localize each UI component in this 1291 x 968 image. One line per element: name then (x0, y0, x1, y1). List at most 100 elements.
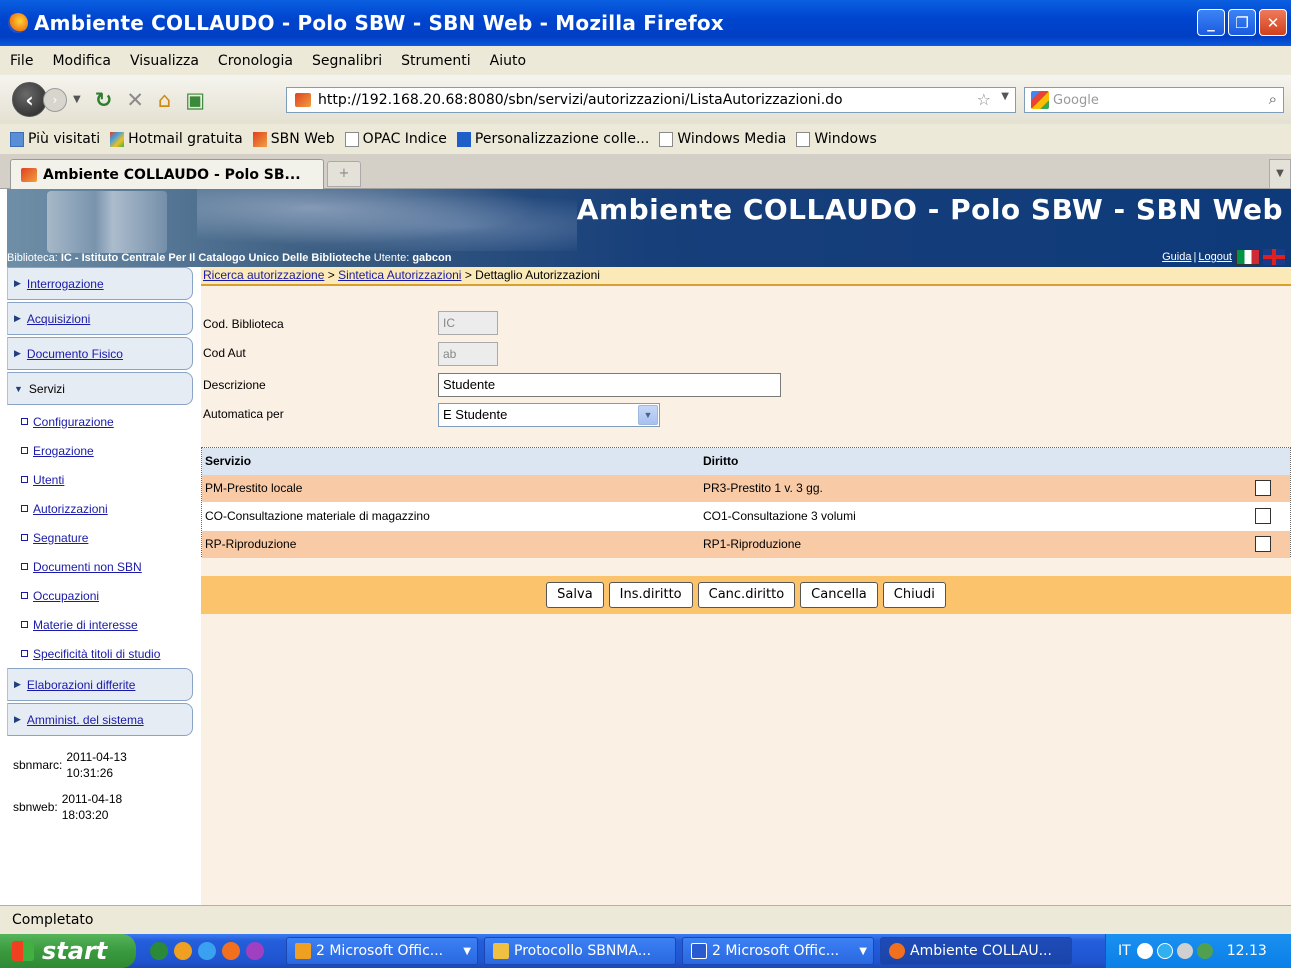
sidebar-item-amministrazione[interactable]: ▶ Amminist. del sistema (7, 703, 193, 736)
taskbar-item-office-2[interactable]: 2 Microsoft Offic... ▼ (682, 937, 874, 965)
menu-strumenti[interactable]: Strumenti (401, 53, 471, 69)
bullet-square-icon (21, 650, 28, 657)
tray-back-icon[interactable] (1136, 943, 1153, 959)
bookmark-windows-media[interactable]: Windows Media (659, 131, 786, 147)
utente-value: gabcon (412, 252, 452, 264)
chiudi-button[interactable]: Chiudi (882, 582, 946, 608)
history-dropdown-icon[interactable]: ▼ (73, 94, 81, 105)
sidebar-sub-specificita-titoli[interactable]: Specificità titoli di studio (7, 639, 193, 668)
logout-link[interactable]: Logout (1198, 251, 1232, 263)
add-bookmark-icon[interactable]: ▣ (185, 88, 205, 112)
sidebar-sub-configurazione[interactable]: Configurazione (7, 407, 193, 436)
close-button[interactable]: ✕ (1259, 9, 1287, 36)
quicklaunch-ie-icon[interactable] (198, 942, 216, 960)
page-viewport: Ambiente COLLAUDO - Polo SBW - SBN Web B… (7, 189, 1291, 905)
language-indicator[interactable]: IT (1118, 943, 1131, 959)
sidebar-sub-utenti[interactable]: Utenti (7, 465, 193, 494)
automatica-per-select[interactable]: E Studente ▼ (438, 403, 660, 427)
quicklaunch-outlook-icon[interactable] (174, 942, 192, 960)
url-bar[interactable]: http://192.168.20.68:8080/sbn/servizi/au… (286, 87, 1016, 113)
descrizione-input[interactable]: Studente (438, 373, 781, 397)
quicklaunch-firefox-icon[interactable] (222, 942, 240, 960)
firefox-icon (889, 943, 905, 959)
bookmark-opac-indice[interactable]: OPAC Indice (344, 131, 447, 147)
breadcrumb-ricerca[interactable]: Ricerca autorizzazione (203, 268, 324, 282)
window-titlebar: Ambiente COLLAUDO - Polo SBW - SBN Web -… (0, 0, 1291, 46)
maximize-button[interactable]: ❐ (1228, 9, 1256, 36)
ins-diritto-button[interactable]: Ins.diritto (608, 582, 693, 608)
folder-icon (493, 943, 509, 959)
url-dropdown-icon[interactable]: ▼ (1001, 91, 1009, 102)
search-box[interactable]: Google ⌕ (1024, 87, 1284, 113)
salva-button[interactable]: Salva (546, 582, 604, 608)
row-checkbox[interactable] (1255, 508, 1271, 524)
back-button[interactable]: ‹ (12, 82, 47, 117)
home-icon[interactable]: ⌂ (158, 88, 171, 112)
bookmark-star-icon[interactable]: ☆ (977, 90, 991, 109)
sidebar-sub-autorizzazioni[interactable]: Autorizzazioni (7, 494, 193, 523)
descrizione-label: Descrizione (203, 378, 266, 392)
sidebar-item-elaborazioni-differite[interactable]: ▶ Elaborazioni differite (7, 668, 193, 701)
sidebar-item-interrogazione[interactable]: ▶ Interrogazione (7, 267, 193, 300)
sidebar-sub-erogazione[interactable]: Erogazione (7, 436, 193, 465)
site-favicon-icon (295, 93, 311, 107)
row-checkbox[interactable] (1255, 480, 1271, 496)
bookmark-hotmail[interactable]: Hotmail gratuita (110, 131, 243, 147)
new-tab-button[interactable]: + (327, 161, 361, 187)
sidebar-item-documento-fisico[interactable]: ▶ Documento Fisico (7, 337, 193, 370)
taskbar-item-protocollo[interactable]: Protocollo SBNMA... (484, 937, 676, 965)
site-banner: Ambiente COLLAUDO - Polo SBW - SBN Web B… (7, 189, 1291, 267)
menu-segnalibri[interactable]: Segnalibri (312, 53, 382, 69)
table-header-row: Servizio Diritto (202, 448, 1290, 475)
stop-icon[interactable]: ✕ (126, 88, 144, 112)
bookmark-piu-visitati[interactable]: Più visitati (10, 131, 100, 147)
menu-cronologia[interactable]: Cronologia (218, 53, 293, 69)
forward-button[interactable]: › (43, 87, 67, 112)
status-bar: Completato (0, 905, 1291, 934)
quicklaunch-app-icon[interactable] (150, 942, 168, 960)
search-icon[interactable]: ⌕ (1269, 90, 1277, 108)
quicklaunch-app2-icon[interactable] (246, 942, 264, 960)
start-button[interactable]: start (0, 934, 136, 968)
taskbar-item-firefox[interactable]: Ambiente COLLAU... (880, 937, 1072, 965)
menu-visualizza[interactable]: Visualizza (130, 53, 199, 69)
minimize-button[interactable]: _ (1197, 9, 1225, 36)
windows-taskbar: start 2 Microsoft Offic... ▼ Protocollo … (0, 934, 1291, 968)
menu-aiuto[interactable]: Aiuto (490, 53, 526, 69)
tray-app-icon[interactable] (1156, 943, 1173, 959)
google-icon[interactable] (1031, 91, 1049, 109)
book-image (47, 191, 167, 253)
sidebar: ▶ Interrogazione ▶ Acquisizioni ▶ Documento… (7, 267, 193, 738)
bookmark-personalizzazione[interactable]: Personalizzazione colle... (456, 131, 649, 147)
tab-list-icon[interactable]: ▼ (1269, 159, 1291, 189)
biblioteca-value: IC - Istituto Centrale Per Il Catalogo U… (60, 252, 371, 264)
table-row: PM-Prestito locale PR3-Prestito 1 v. 3 g… (202, 475, 1290, 502)
canc-diritto-button[interactable]: Canc.diritto (697, 582, 796, 608)
row-checkbox[interactable] (1255, 536, 1271, 552)
guida-link[interactable]: Guida (1162, 251, 1191, 263)
tab-ambiente-collaudo[interactable]: Ambiente COLLAUDO - Polo SB... (10, 159, 324, 189)
page-icon (659, 131, 674, 147)
chevron-down-icon[interactable]: ▼ (638, 405, 658, 425)
sidebar-item-servizi[interactable]: ▼ Servizi (7, 372, 193, 405)
italian-flag-icon[interactable] (1236, 249, 1260, 265)
sidebar-sub-occupazioni[interactable]: Occupazioni (7, 581, 193, 610)
sidebar-sub-materie-di-interesse[interactable]: Materie di interesse (7, 610, 193, 639)
sidebar-item-acquisizioni[interactable]: ▶ Acquisizioni (7, 302, 193, 335)
tray-settings-icon[interactable] (1176, 943, 1193, 959)
bookmark-sbn-web[interactable]: SBN Web (252, 131, 335, 147)
taskbar-item-office-1[interactable]: 2 Microsoft Offic... ▼ (286, 937, 478, 965)
tray-network-icon[interactable] (1196, 943, 1213, 959)
tab-label: Ambiente COLLAUDO - Polo SB... (43, 166, 301, 183)
sidebar-sub-segnature[interactable]: Segnature (7, 523, 193, 552)
sidebar-sub-documenti-non-sbn[interactable]: Documenti non SBN (7, 552, 193, 581)
cancella-button[interactable]: Cancella (800, 582, 878, 608)
menu-file[interactable]: File (10, 53, 33, 69)
header-diritto: Diritto (703, 454, 739, 468)
uk-flag-icon[interactable] (1263, 249, 1285, 265)
collapsed-triangle-icon: ▶ (14, 714, 21, 724)
bookmark-windows[interactable]: Windows (796, 131, 877, 147)
reload-icon[interactable]: ↻ (95, 88, 113, 112)
menu-modifica[interactable]: Modifica (52, 53, 111, 69)
breadcrumb-sintetica[interactable]: Sintetica Autorizzazioni (338, 268, 461, 282)
